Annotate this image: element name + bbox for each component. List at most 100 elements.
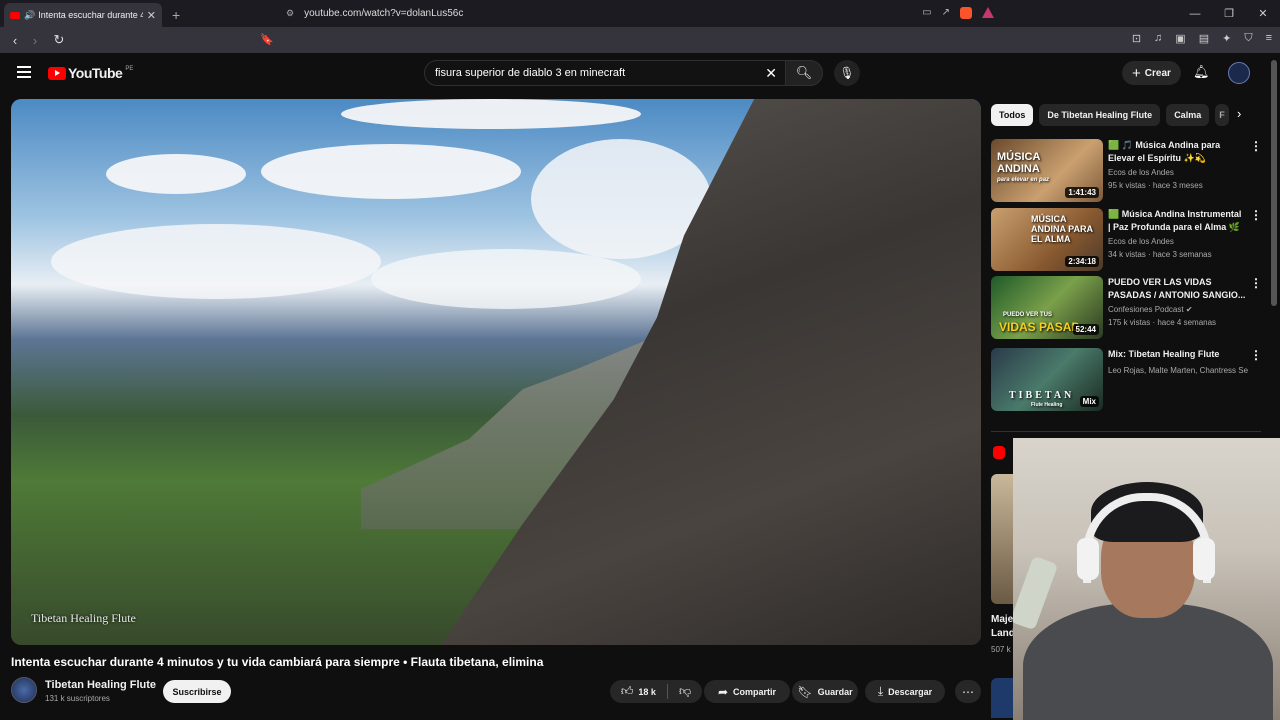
download-icon: ⤓	[877, 684, 884, 698]
thumbnail-text: MÚSICA ANDINA PARA EL ALMA	[1031, 214, 1093, 244]
browser-menu-icon[interactable]: ≡	[1266, 32, 1272, 45]
thumbnail-text: MÚSICA ANDINA	[997, 151, 1040, 175]
notifications-bell-icon[interactable]: 🔔︎	[1193, 64, 1210, 80]
voice-search-button[interactable]: 🎙︎	[834, 60, 860, 86]
chevron-right-icon[interactable]: ›	[1237, 106, 1241, 121]
download-label: Descargar	[888, 686, 933, 697]
brave-rewards-icon[interactable]	[982, 7, 994, 18]
more-options-icon[interactable]: ⋮	[1250, 276, 1262, 290]
recommendation-item[interactable]: MÚSICA ANDINA para elevar en paz 1:41:43…	[991, 139, 1266, 203]
recommendation-title[interactable]: 🟩 🎵 Música Andina para Elevar el Espírit…	[1108, 139, 1246, 165]
music-icon[interactable]: ♫	[1154, 32, 1162, 45]
save-button[interactable]: 🔖︎ Guardar	[792, 680, 858, 703]
duration-badge: 1:41:43	[1065, 187, 1099, 198]
more-actions-button[interactable]: ⋯	[955, 680, 981, 703]
close-window-button[interactable]: ✕	[1246, 0, 1280, 27]
cast-icon[interactable]: ▭	[922, 7, 931, 19]
like-divider	[666, 684, 668, 699]
like-icon[interactable]: 👍︎	[621, 684, 634, 699]
minimize-button[interactable]: —	[1178, 0, 1212, 27]
sidebar-icon[interactable]: ▣	[1175, 32, 1185, 45]
recommendation-title[interactable]: 🟩 Música Andina Instrumental | Paz Profu…	[1108, 208, 1246, 234]
logo-wordmark: YouTube	[68, 65, 123, 81]
chip-more[interactable]: F	[1215, 104, 1230, 126]
channel-name[interactable]: Tibetan Healing Flute	[45, 679, 156, 691]
recommendation-channel[interactable]: Leo Rojas, Malte Marten, Chantress Seb..…	[1108, 366, 1248, 375]
speaker-icon[interactable]: 🔊	[24, 10, 35, 21]
chip-channel[interactable]: De Tibetan Healing Flute	[1039, 104, 1161, 126]
youtube-logo[interactable]: YouTube PE	[48, 65, 133, 81]
webcam-overlay	[1013, 438, 1280, 720]
rock-cliff	[441, 99, 981, 645]
share-page-icon[interactable]: ↗	[942, 7, 950, 19]
headphone-earcup	[1193, 538, 1215, 580]
share-button[interactable]: ➦ Compartir	[704, 680, 790, 703]
maximize-button[interactable]: ❐	[1212, 0, 1246, 27]
recommendation-title[interactable]: PUEDO VER LAS VIDAS PASADAS / ANTONIO SA…	[1108, 276, 1246, 302]
leo-ai-icon[interactable]: ✦	[1222, 32, 1231, 45]
person-shirt	[1023, 603, 1273, 720]
duration-badge: 52:44	[1072, 324, 1099, 335]
recommendation-channel[interactable]: Confesiones Podcast ✔	[1108, 305, 1248, 314]
video-watermark: Tibetan Healing Flute	[31, 611, 136, 625]
microphone-icon: 🎙︎	[839, 66, 855, 80]
cloud	[371, 249, 641, 309]
recommendation-title[interactable]: Mix: Tibetan Healing Flute	[1108, 348, 1246, 361]
brave-shields-icon[interactable]	[960, 7, 972, 19]
thumbnail-text: TIBETAN	[1009, 390, 1075, 401]
download-button[interactable]: ⤓ Descargar	[865, 680, 945, 703]
save-icon: 🔖︎	[797, 684, 813, 699]
video-title: Intenta escuchar durante 4 minutos y tu …	[11, 655, 544, 669]
partial-title[interactable]: Maje Land	[991, 613, 1015, 641]
bookmark-icon[interactable]: 🔖	[260, 33, 274, 46]
dislike-icon[interactable]: 👎︎	[679, 684, 691, 699]
recommendation-channel[interactable]: Ecos de los Andes	[1108, 237, 1248, 246]
region-label: PE	[125, 65, 134, 72]
hamburger-menu-icon[interactable]	[17, 66, 31, 81]
more-options-icon[interactable]: ⋮	[1250, 348, 1262, 362]
create-button[interactable]: + Crear	[1122, 61, 1181, 85]
recommendation-item[interactable]: MÚSICA ANDINA PARA EL ALMA 2:34:18 🟩 Mús…	[991, 208, 1266, 272]
close-tab-icon[interactable]: ✕	[147, 9, 156, 22]
site-info-icon[interactable]: ⚙	[286, 8, 294, 19]
subscribe-button[interactable]: Suscribirse	[163, 680, 231, 703]
partial-thumbnail[interactable]	[991, 474, 1013, 604]
video-thumbnail[interactable]: MÚSICA ANDINA para elevar en paz 1:41:43	[991, 139, 1103, 202]
channel-avatar[interactable]	[11, 677, 37, 703]
browser-tab[interactable]: 🔊 Intenta escuchar durante 4 minutos ✕	[4, 3, 162, 27]
chip-calma[interactable]: Calma	[1166, 104, 1210, 126]
search-icon: 🔍︎	[795, 65, 813, 80]
clear-search-icon[interactable]: ✕	[765, 65, 777, 82]
screenshot-icon[interactable]: ⊡	[1132, 32, 1141, 45]
partial-thumbnail[interactable]	[991, 678, 1013, 718]
search-button[interactable]: 🔍︎	[785, 60, 823, 86]
thumbnail-text: VIDAS PASAD	[999, 320, 1081, 334]
more-options-icon[interactable]: ⋮	[1250, 208, 1262, 222]
scrollbar[interactable]	[1271, 60, 1277, 306]
youtube-header: YouTube PE fisura superior de diablo 3 e…	[0, 53, 1280, 93]
like-count[interactable]: 18 k	[638, 687, 656, 697]
cloud	[106, 154, 246, 194]
recommendation-item[interactable]: TIBETAN Flute Healing Mix Mix: Tibetan H…	[991, 348, 1266, 412]
vpn-icon[interactable]: ⛉	[1244, 32, 1252, 45]
reload-icon[interactable]: ↻	[49, 32, 69, 48]
recommendation-channel[interactable]: Ecos de los Andes	[1108, 168, 1248, 177]
recommendation-meta: 95 k vistas · hace 3 meses	[1108, 181, 1203, 190]
search-input[interactable]: fisura superior de diablo 3 en minecraft…	[424, 60, 788, 86]
wallet-icon[interactable]: ▤	[1199, 32, 1209, 45]
video-thumbnail[interactable]: MÚSICA ANDINA PARA EL ALMA 2:34:18	[991, 208, 1103, 271]
account-avatar[interactable]	[1228, 62, 1250, 84]
recommendation-meta: 34 k vistas · hace 3 semanas	[1108, 250, 1212, 259]
back-icon[interactable]: ‹	[5, 33, 25, 48]
shorts-icon	[993, 446, 1005, 459]
filter-chips: Todos De Tibetan Healing Flute Calma F	[991, 104, 1230, 126]
new-tab-button[interactable]: +	[172, 7, 180, 23]
url-bar[interactable]: ⚙ youtube.com/watch?v=dolanLus56c ▭ ↗	[278, 3, 1000, 23]
chip-todos[interactable]: Todos	[991, 104, 1034, 126]
video-thumbnail[interactable]: PUEDO VER TUS VIDAS PASAD 52:44	[991, 276, 1103, 339]
more-options-icon[interactable]: ⋮	[1250, 139, 1262, 153]
video-player[interactable]: Tibetan Healing Flute	[11, 99, 981, 645]
forward-icon[interactable]: ›	[25, 33, 45, 48]
video-thumbnail[interactable]: TIBETAN Flute Healing Mix	[991, 348, 1103, 411]
recommendation-item[interactable]: PUEDO VER TUS VIDAS PASAD 52:44 PUEDO VE…	[991, 276, 1266, 340]
